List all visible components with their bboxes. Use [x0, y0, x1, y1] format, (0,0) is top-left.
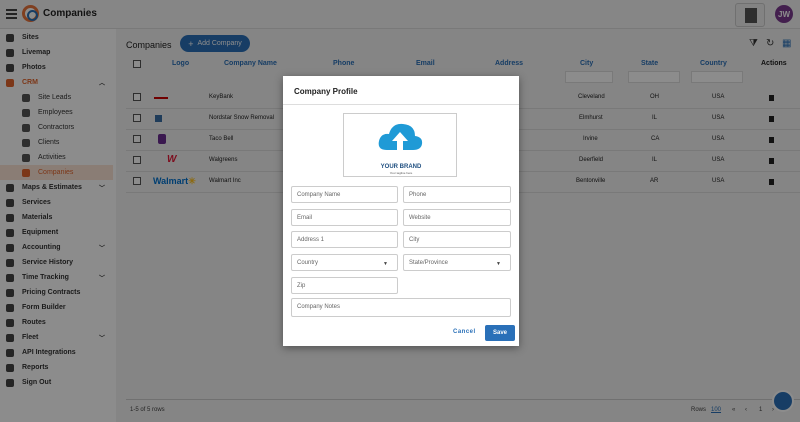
logo-upload[interactable]: YOUR BRAND Your tagline here — [343, 113, 457, 177]
company-notes-field[interactable]: Company Notes — [291, 298, 511, 317]
save-button[interactable]: Save — [485, 325, 515, 341]
brand-text: YOUR BRAND — [380, 164, 422, 170]
divider — [283, 104, 519, 105]
country-select[interactable]: Country ▼ — [291, 254, 398, 271]
email-field[interactable]: Email — [291, 209, 398, 226]
company-name-field[interactable]: Company Name — [291, 186, 398, 203]
company-profile-modal: Company Profile YOUR BRAND Your tagline … — [283, 76, 519, 346]
modal-title: Company Profile — [294, 87, 358, 96]
phone-field[interactable]: Phone — [403, 186, 511, 203]
state-select-label: State/Province — [409, 259, 449, 266]
city-field[interactable]: City — [403, 231, 511, 248]
dropdown-arrow-icon: ▼ — [383, 261, 388, 267]
cancel-button[interactable]: Cancel — [453, 329, 476, 335]
website-field[interactable]: Website — [403, 209, 511, 226]
zip-field[interactable]: Zip — [291, 277, 398, 294]
dropdown-arrow-icon: ▼ — [496, 261, 501, 267]
country-select-label: Country — [297, 259, 319, 266]
brand-tagline: Your tagline here — [389, 171, 413, 175]
address1-field[interactable]: Address 1 — [291, 231, 398, 248]
state-select[interactable]: State/Province ▼ — [403, 254, 511, 271]
cloud-upload-icon — [378, 123, 423, 156]
